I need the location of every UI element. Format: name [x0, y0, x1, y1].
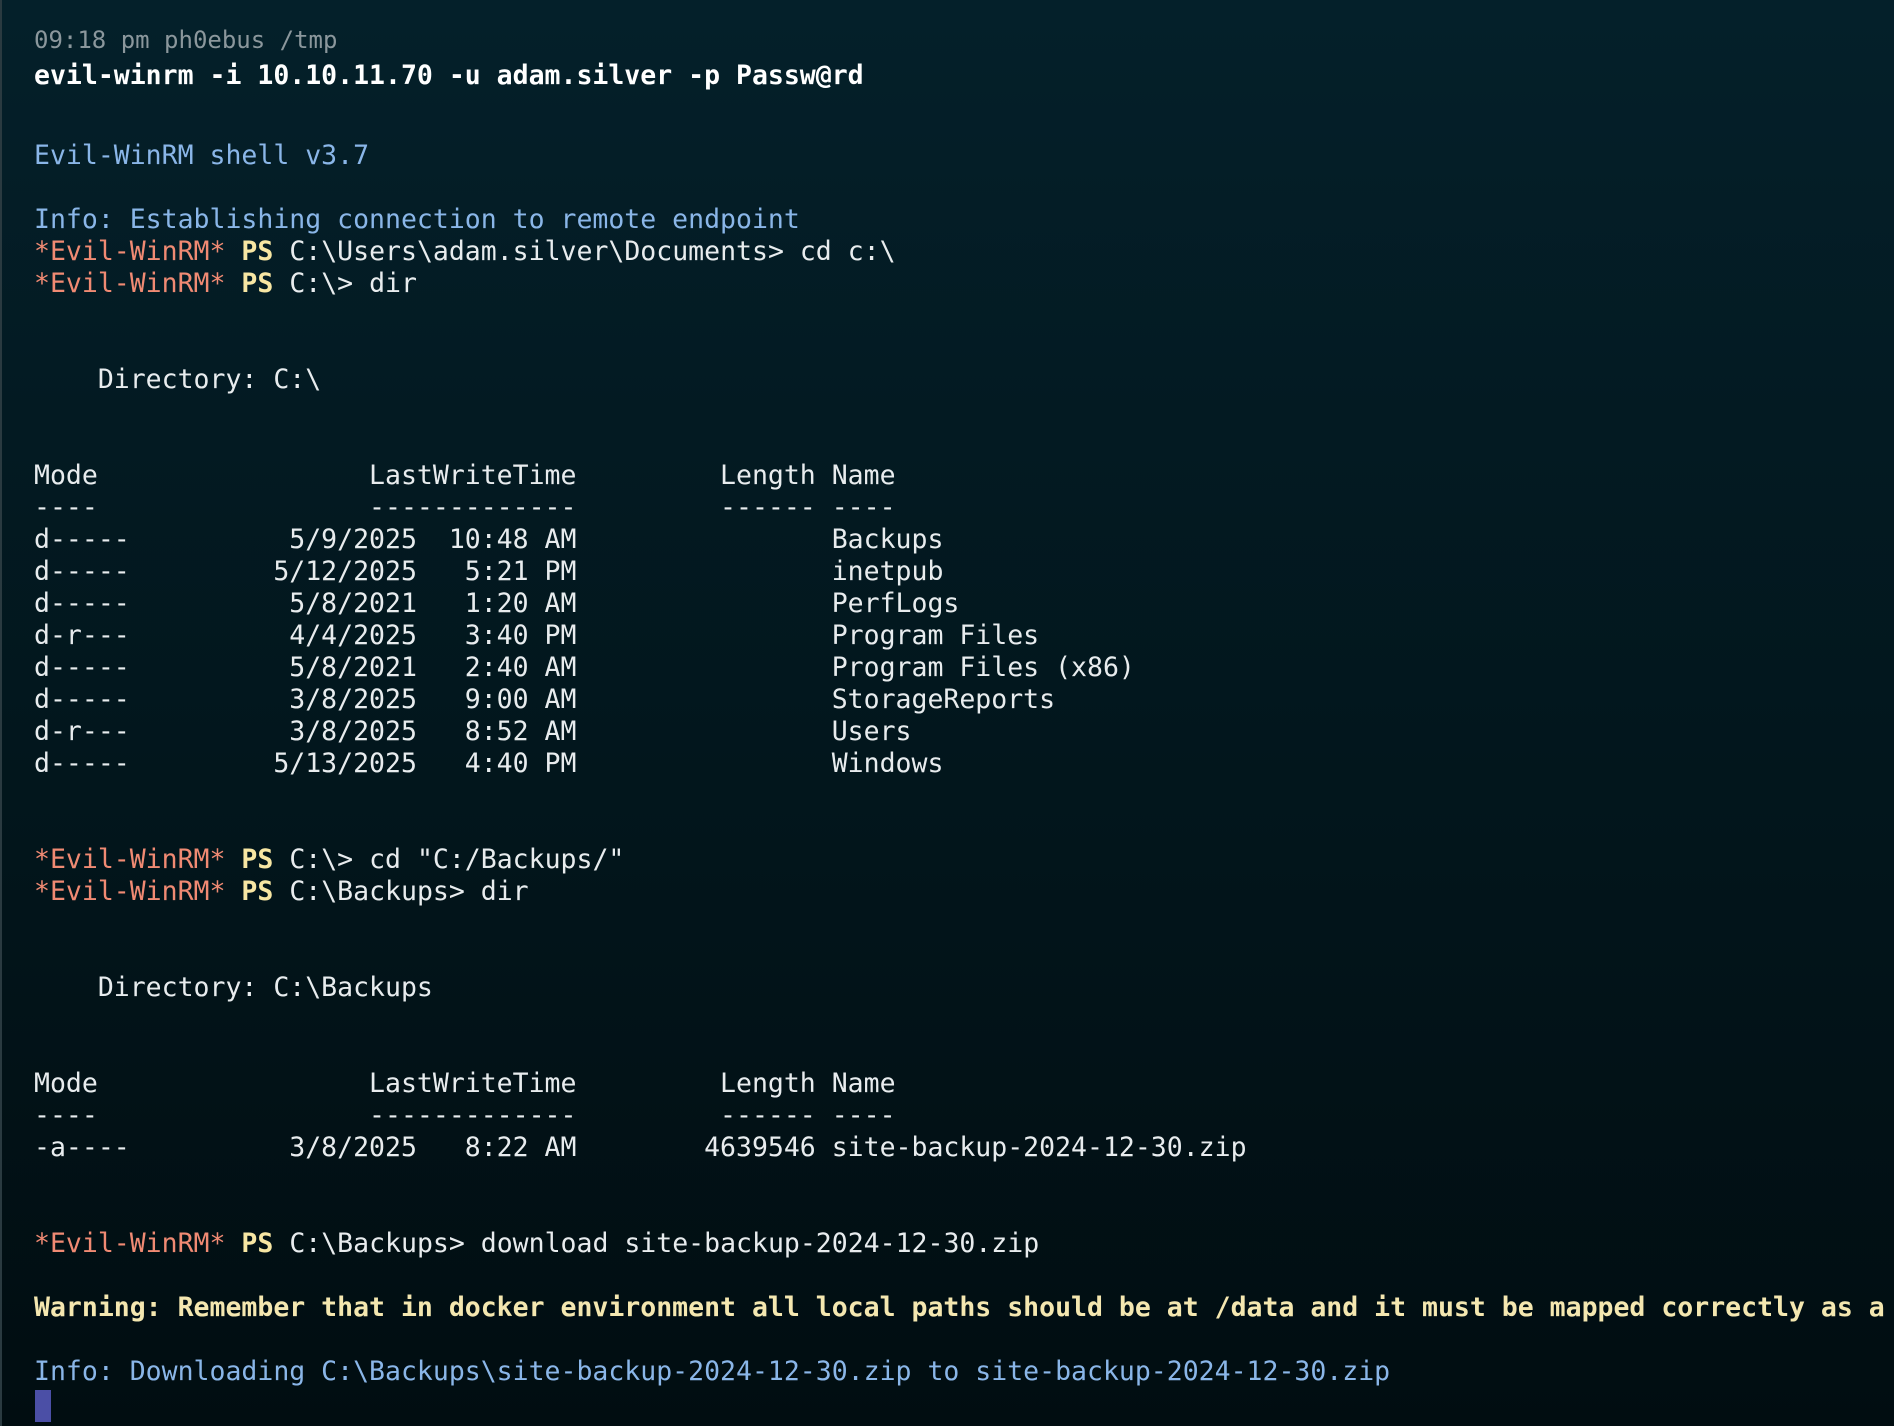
command-line: evil-winrm -i 10.10.11.70 -u adam.silver… — [34, 60, 864, 91]
directory-heading: Directory: C:\Backups — [34, 972, 433, 1003]
prompt-line-1: *Evil-WinRM* PS C:\Users\adam.silver\Doc… — [34, 236, 896, 268]
ps-label: PS — [241, 268, 274, 299]
table-row: d----- 5/12/2025 5:21 PM inetpub — [34, 556, 944, 587]
info-connect: Info: Establishing connection to remote … — [34, 204, 800, 235]
ps-label: PS — [241, 876, 274, 907]
terminal-window[interactable]: 09:18 pm ph0ebus /tmp evil-winrm -i 10.1… — [0, 0, 1894, 1426]
command-text: C:\Users\adam.silver\Documents> cd c:\ — [289, 236, 896, 267]
prompt-line-5: *Evil-WinRM* PS C:\Backups> download sit… — [34, 1228, 1039, 1260]
prompt-line-3: *Evil-WinRM* PS C:\> cd "C:/Backups/" — [34, 844, 624, 876]
prompt-label: *Evil-WinRM* — [34, 876, 226, 907]
table-header: Mode LastWriteTime Length Name — [34, 1068, 896, 1099]
table-row: d-r--- 4/4/2025 3:40 PM Program Files — [34, 620, 1040, 651]
command-text: C:\> cd "C:/Backups/" — [289, 844, 625, 875]
ps-label: PS — [241, 236, 274, 267]
info-download: Info: Downloading C:\Backups\site-backup… — [34, 1356, 1391, 1387]
ps-label: PS — [241, 1228, 274, 1259]
prompt-label: *Evil-WinRM* — [34, 268, 226, 299]
prompt-line-2: *Evil-WinRM* PS C:\> dir — [34, 268, 417, 300]
prompt-label: *Evil-WinRM* — [34, 236, 226, 267]
command-text: C:\Backups> dir — [289, 876, 529, 907]
session-meta: 09:18 pm ph0ebus /tmp — [34, 26, 338, 54]
prompt-label: *Evil-WinRM* — [34, 1228, 226, 1259]
banner-text: Evil-WinRM shell v3.7 — [34, 140, 370, 171]
table-row: d-r--- 3/8/2025 8:52 AM Users — [34, 716, 912, 747]
prompt-line-4: *Evil-WinRM* PS C:\Backups> dir — [34, 876, 529, 908]
text-cursor[interactable] — [35, 1390, 51, 1422]
table-divider: ---- ------------- ------ ---- — [34, 492, 896, 523]
ps-label: PS — [241, 844, 274, 875]
command-text: C:\> dir — [289, 268, 417, 299]
table-row: d----- 5/13/2025 4:40 PM Windows — [34, 748, 944, 779]
prompt-label: *Evil-WinRM* — [34, 844, 226, 875]
table-divider: ---- ------------- ------ ---- — [34, 1100, 896, 1131]
command-text: C:\Backups> download site-backup-2024-12… — [289, 1228, 1040, 1259]
warning-message: Warning: Remember that in docker environ… — [34, 1292, 1885, 1323]
table-row: -a---- 3/8/2025 8:22 AM 4639546 site-bac… — [34, 1132, 1247, 1163]
table-header: Mode LastWriteTime Length Name — [34, 460, 896, 491]
directory-heading: Directory: C:\ — [34, 364, 322, 395]
table-row: d----- 5/9/2025 10:48 AM Backups — [34, 524, 944, 555]
table-row: d----- 5/8/2021 1:20 AM PerfLogs — [34, 588, 960, 619]
table-row: d----- 5/8/2021 2:40 AM Program Files (x… — [34, 652, 1135, 683]
table-row: d----- 3/8/2025 9:00 AM StorageReports — [34, 684, 1056, 715]
